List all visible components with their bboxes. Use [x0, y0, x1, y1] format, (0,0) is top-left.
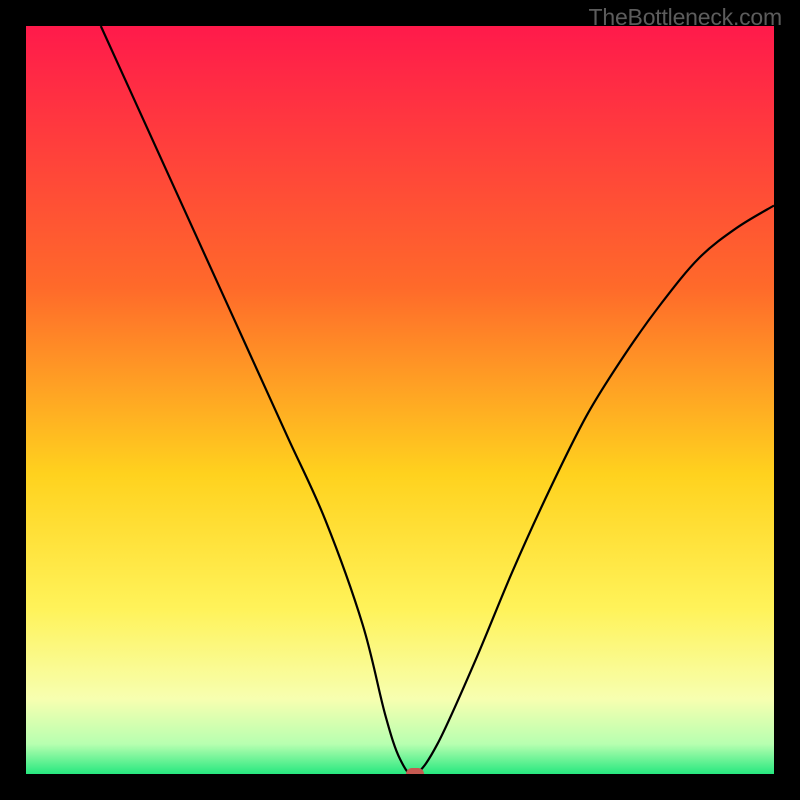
- chart-frame: TheBottleneck.com: [0, 0, 800, 800]
- optimal-point-marker: [406, 768, 424, 774]
- plot-area: [26, 26, 774, 774]
- bottleneck-curve: [26, 26, 774, 774]
- watermark-text: TheBottleneck.com: [589, 4, 782, 31]
